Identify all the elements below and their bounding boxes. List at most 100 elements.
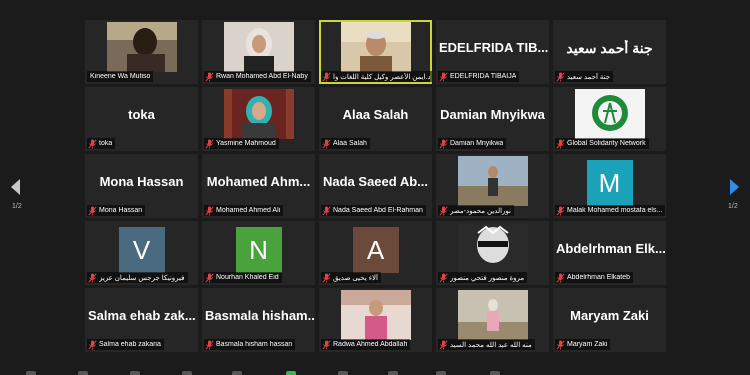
participant-name-label: د.ايمن الأعصر وكيل كلية اللغات وا <box>333 73 430 81</box>
participant-video-feed <box>457 156 528 206</box>
participant-name-tag: Maryam Zaki <box>555 339 611 350</box>
mic-muted-icon <box>439 205 448 216</box>
participant-name-label: نورالدين محمود-مصر <box>450 207 511 215</box>
mic-muted-icon <box>205 339 214 350</box>
page-indicator-right: 1/2 <box>728 203 738 210</box>
participant-tile[interactable]: N Nourhan Khaled Eid <box>202 221 315 285</box>
participant-display-name: Maryam Zaki <box>570 308 649 323</box>
participant-name-label: جنة أحمد سعيد <box>567 73 611 81</box>
mic-muted-icon <box>439 339 448 350</box>
video-button-icon[interactable] <box>78 371 88 375</box>
mic-muted-icon <box>205 272 214 283</box>
participant-avatar: M <box>586 160 633 206</box>
participant-name-label: toka <box>99 140 113 147</box>
participant-name-tag: Abdelrhman Elkateb <box>555 272 634 283</box>
participant-name-tag: نورالدين محمود-مصر <box>438 205 514 216</box>
participant-tile[interactable]: د.ايمن الأعصر وكيل كلية اللغات وا <box>319 20 432 84</box>
next-page-arrow-icon[interactable] <box>727 178 741 196</box>
participant-name-label: Nourhan Khaled Eid <box>216 274 279 281</box>
mic-muted-icon <box>439 71 448 82</box>
participant-display-name: Mohamed Ahm... <box>206 174 311 189</box>
mic-muted-icon <box>88 205 97 216</box>
gallery-view: 1/2 1/2 Kineene Wa Mutiso Rwan Mohamed Ab… <box>0 0 750 375</box>
more-button-icon[interactable] <box>490 371 500 375</box>
participant-tile[interactable]: Damian Mnyikwa Damian Mnyikwa <box>436 87 549 151</box>
mic-muted-icon <box>322 205 331 216</box>
participant-name-tag: مروة منصور فتحي منصور <box>438 272 528 283</box>
participant-grid: Kineene Wa Mutiso Rwan Mohamed Abd El-Nab… <box>85 20 666 355</box>
participant-tile[interactable]: نورالدين محمود-مصر <box>436 154 549 218</box>
participant-tile[interactable]: Maryam Zaki Maryam Zaki <box>553 288 666 352</box>
previous-page-arrow-icon[interactable] <box>9 178 23 196</box>
participant-video-feed <box>340 290 411 340</box>
participants-button-icon[interactable] <box>182 371 192 375</box>
participant-tile[interactable]: Salma ehab zak... Salma ehab zakaria <box>85 288 198 352</box>
participant-display-name: Alaa Salah <box>342 107 409 122</box>
participant-name-tag: Malak Mohamed mostafa els... <box>555 205 666 216</box>
participant-tile[interactable]: Mona Hassan Mona Hassan <box>85 154 198 218</box>
participant-tile[interactable]: Abdelrhman Elk... Abdelrhman Elkateb <box>553 221 666 285</box>
mic-muted-icon <box>556 339 565 350</box>
participant-tile[interactable]: جنة أحمد سعيد جنة أحمد سعيد <box>553 20 666 84</box>
participant-name-label: Abdelrhman Elkateb <box>567 274 631 281</box>
participant-name-label: منه الله عبد الله محمد السيد <box>450 341 532 349</box>
participant-tile[interactable]: Yasmine Mahmoud <box>202 87 315 151</box>
participant-display-name: Salma ehab zak... <box>88 308 196 323</box>
participant-tile[interactable]: مروة منصور فتحي منصور <box>436 221 549 285</box>
participant-tile[interactable]: Kineene Wa Mutiso <box>85 20 198 84</box>
participant-tile[interactable]: M Malak Mohamed mostafa els... <box>553 154 666 218</box>
participant-name-label: Damian Mnyikwa <box>450 140 504 147</box>
mic-muted-icon <box>556 205 565 216</box>
participant-name-tag: Radwa Ahmed Abdallah <box>321 339 411 350</box>
participant-tile[interactable]: Alaa Salah Alaa Salah <box>319 87 432 151</box>
participant-name-label: Global Solidarity Network <box>567 140 646 147</box>
mic-muted-icon <box>88 272 97 283</box>
participant-name-tag: Rwan Mohamed Abd El-Naby <box>204 71 311 82</box>
audio-button-icon[interactable] <box>26 371 36 375</box>
participant-display-name: Abdelrhman Elk... <box>556 241 666 256</box>
mic-muted-icon <box>205 138 214 149</box>
participant-video-feed <box>457 290 528 340</box>
participant-video-feed <box>223 22 294 72</box>
participant-tile[interactable]: Radwa Ahmed Abdallah <box>319 288 432 352</box>
participant-video-feed <box>340 22 411 72</box>
participant-tile[interactable]: A آلاء يحيى صديق <box>319 221 432 285</box>
share-screen-button-icon[interactable] <box>286 371 296 375</box>
reactions-button-icon[interactable] <box>388 371 398 375</box>
participant-tile[interactable]: Rwan Mohamed Abd El-Naby <box>202 20 315 84</box>
participant-name-tag: Basmala hisham hassan <box>204 339 296 350</box>
participant-name-label: Radwa Ahmed Abdallah <box>333 341 408 348</box>
participant-avatar: N <box>235 227 282 273</box>
participant-name-label: Yasmine Mahmoud <box>216 140 276 147</box>
participant-tile[interactable]: Mohamed Ahm... Mohamed Ahmed Ali <box>202 154 315 218</box>
participant-tile[interactable]: toka toka <box>85 87 198 151</box>
participant-display-name: Basmala hisham... <box>205 308 315 323</box>
participant-name-label: Basmala hisham hassan <box>216 341 293 348</box>
participant-name-tag: Global Solidarity Network <box>555 138 649 149</box>
participant-tile[interactable]: Nada Saeed Ab... Nada Saeed Abd El-Rahman <box>319 154 432 218</box>
participant-name-label: Salma ehab zakaria <box>99 341 161 348</box>
participant-tile[interactable]: Global Solidarity Network <box>553 87 666 151</box>
participant-name-label: Alaa Salah <box>333 140 367 147</box>
participant-name-label: EDELFRIDA TIBAIJA <box>450 73 517 80</box>
participant-tile[interactable]: EDELFRIDA TIB... EDELFRIDA TIBAIJA <box>436 20 549 84</box>
apps-button-icon[interactable] <box>436 371 446 375</box>
participant-tile[interactable]: Basmala hisham... Basmala hisham hassan <box>202 288 315 352</box>
participant-tile[interactable]: منه الله عبد الله محمد السيد <box>436 288 549 352</box>
page-indicator-left: 1/2 <box>12 203 22 210</box>
mic-muted-icon <box>205 205 214 216</box>
mic-muted-icon <box>439 272 448 283</box>
participant-video-feed <box>223 89 294 139</box>
mic-muted-icon <box>322 272 331 283</box>
participant-name-tag: د.ايمن الأعصر وكيل كلية اللغات وا <box>321 71 432 82</box>
participant-tile[interactable]: V فيرونيكا جرجس سليمان عزيز <box>85 221 198 285</box>
record-button-icon[interactable] <box>338 371 348 375</box>
mic-muted-icon <box>88 339 97 350</box>
security-button-icon[interactable] <box>130 371 140 375</box>
participant-video-feed <box>457 223 528 273</box>
participant-video-feed <box>106 22 177 72</box>
mic-muted-icon <box>556 272 565 283</box>
participant-name-tag: Salma ehab zakaria <box>87 339 164 350</box>
chat-button-icon[interactable] <box>232 371 242 375</box>
participant-name-label: Rwan Mohamed Abd El-Naby <box>216 73 308 80</box>
